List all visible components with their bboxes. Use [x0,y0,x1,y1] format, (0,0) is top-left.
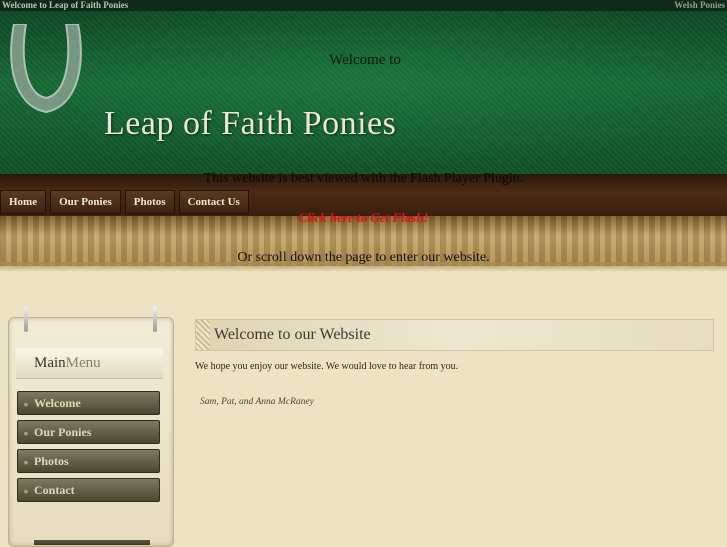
menu-item-welcome[interactable]: » Welcome [17,391,160,415]
heading-hatch-decoration [196,320,210,350]
site-header: Welcome to Leap of Faith Ponies [0,11,727,174]
welcome-to-label: Welcome to [329,52,401,68]
menu-title-sub: Menu [65,355,101,371]
intro-text: We hope you enjoy our website. We would … [195,361,459,372]
main-menu-title: MainMenu [16,348,163,379]
menu-item-label: Welcome [34,396,81,410]
signature-text: Sam, Pat, and Anna McRaney [200,397,314,407]
flash-notice-text: This website is best viewed with the Fla… [203,171,524,186]
menu-item-label: Photos [34,454,69,468]
menu-item-our-ponies[interactable]: » Our Ponies [17,420,160,444]
menu-item-label: Our Ponies [34,425,92,439]
pin-icon [153,306,157,332]
menu-item-photos[interactable]: » Photos [17,449,160,473]
scroll-down-note: Or scroll down the page to enter our web… [237,250,490,265]
get-flash-link[interactable]: Click here to Get Flash! [0,210,727,226]
menu-bottom-strip [34,540,150,545]
menu-title-main: Main [34,355,66,371]
horseshoe-icon [10,24,82,114]
menu-item-contact[interactable]: » Contact [17,478,160,502]
chevron-right-icon: » [23,428,29,438]
chevron-right-icon: » [23,486,29,496]
pin-icon [24,306,28,332]
top-strip: Welcome to Leap of Faith Ponies Welsh Po… [0,0,727,11]
browser-title-text: Welcome to Leap of Faith Ponies [2,0,129,10]
chevron-right-icon: » [23,399,29,409]
chevron-right-icon: » [23,457,29,467]
site-title: Leap of Faith Ponies [104,105,397,142]
menu-item-label: Contact [34,483,75,497]
top-right-text: Welsh Ponies [674,0,725,10]
top-nav: Home Our Ponies Photos Contact Us [0,190,253,214]
content-heading: Welcome to our Website [195,319,714,351]
content-heading-text: Welcome to our Website [214,326,371,343]
